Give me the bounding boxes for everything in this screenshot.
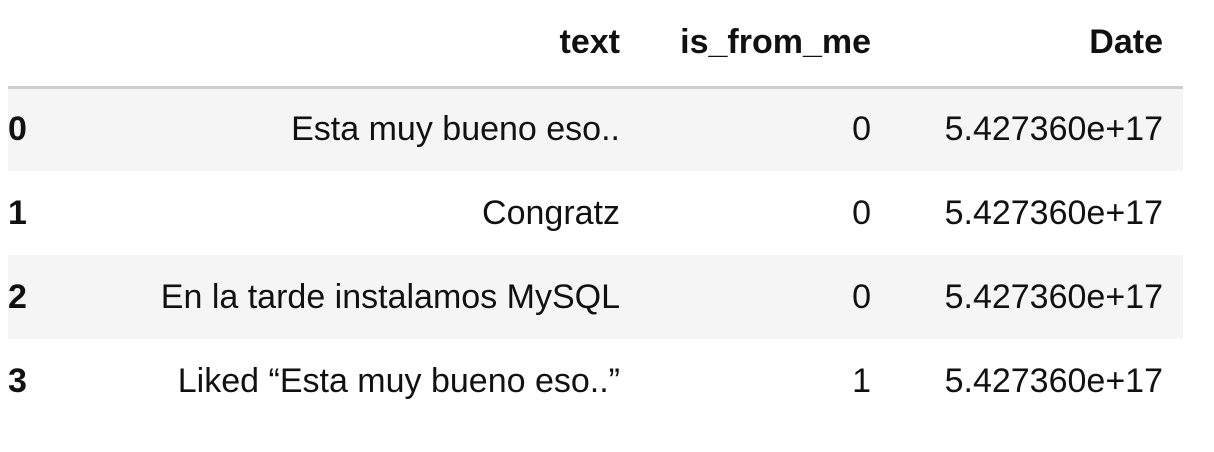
- column-header-text: text: [88, 0, 620, 89]
- table-body: 0 Esta muy bueno eso.. 0 5.427360e+17 1 …: [8, 87, 1183, 423]
- cell-date: 5.427360e+17: [944, 361, 1163, 400]
- table-row: 2 En la tarde instalamos MySQL 0 5.42736…: [8, 255, 1183, 339]
- header-row: text is_from_me Date: [8, 0, 1183, 89]
- cell-date: 5.427360e+17: [944, 277, 1163, 316]
- cell-date: 5.427360e+17: [944, 193, 1163, 232]
- row-index: 0: [8, 110, 27, 149]
- cell-text: Congratz: [482, 193, 620, 232]
- cell-is-from-me: 0: [852, 277, 871, 316]
- table-row: 3 Liked “Esta muy bueno eso..” 1 5.42736…: [8, 339, 1183, 423]
- table-header: text is_from_me Date: [8, 0, 1183, 89]
- row-index: 1: [8, 193, 27, 232]
- dataframe-table: text is_from_me Date 0 Esta muy bueno es…: [8, 0, 1183, 423]
- column-header-date: Date: [871, 0, 1163, 89]
- cell-text: Esta muy bueno eso..: [291, 110, 620, 149]
- cell-date: 5.427360e+17: [944, 110, 1163, 149]
- row-spacer: [1163, 339, 1183, 423]
- cell-text: En la tarde instalamos MySQL: [160, 277, 620, 316]
- column-header-is-from-me: is_from_me: [620, 0, 871, 89]
- table-row: 1 Congratz 0 5.427360e+17: [8, 171, 1183, 255]
- header-spacer: [1163, 0, 1183, 89]
- dataframe-output: text is_from_me Date 0 Esta muy bueno es…: [0, 0, 1214, 452]
- cell-is-from-me: 1: [852, 361, 871, 400]
- row-spacer: [1163, 171, 1183, 255]
- cell-is-from-me: 0: [852, 110, 871, 149]
- table-row: 0 Esta muy bueno eso.. 0 5.427360e+17: [8, 87, 1183, 171]
- row-index: 2: [8, 277, 27, 316]
- row-spacer: [1163, 87, 1183, 171]
- index-header: [8, 0, 88, 89]
- cell-is-from-me: 0: [852, 193, 871, 232]
- row-spacer: [1163, 255, 1183, 339]
- row-index: 3: [8, 361, 27, 400]
- cell-text: Liked “Esta muy bueno eso..”: [177, 361, 620, 400]
